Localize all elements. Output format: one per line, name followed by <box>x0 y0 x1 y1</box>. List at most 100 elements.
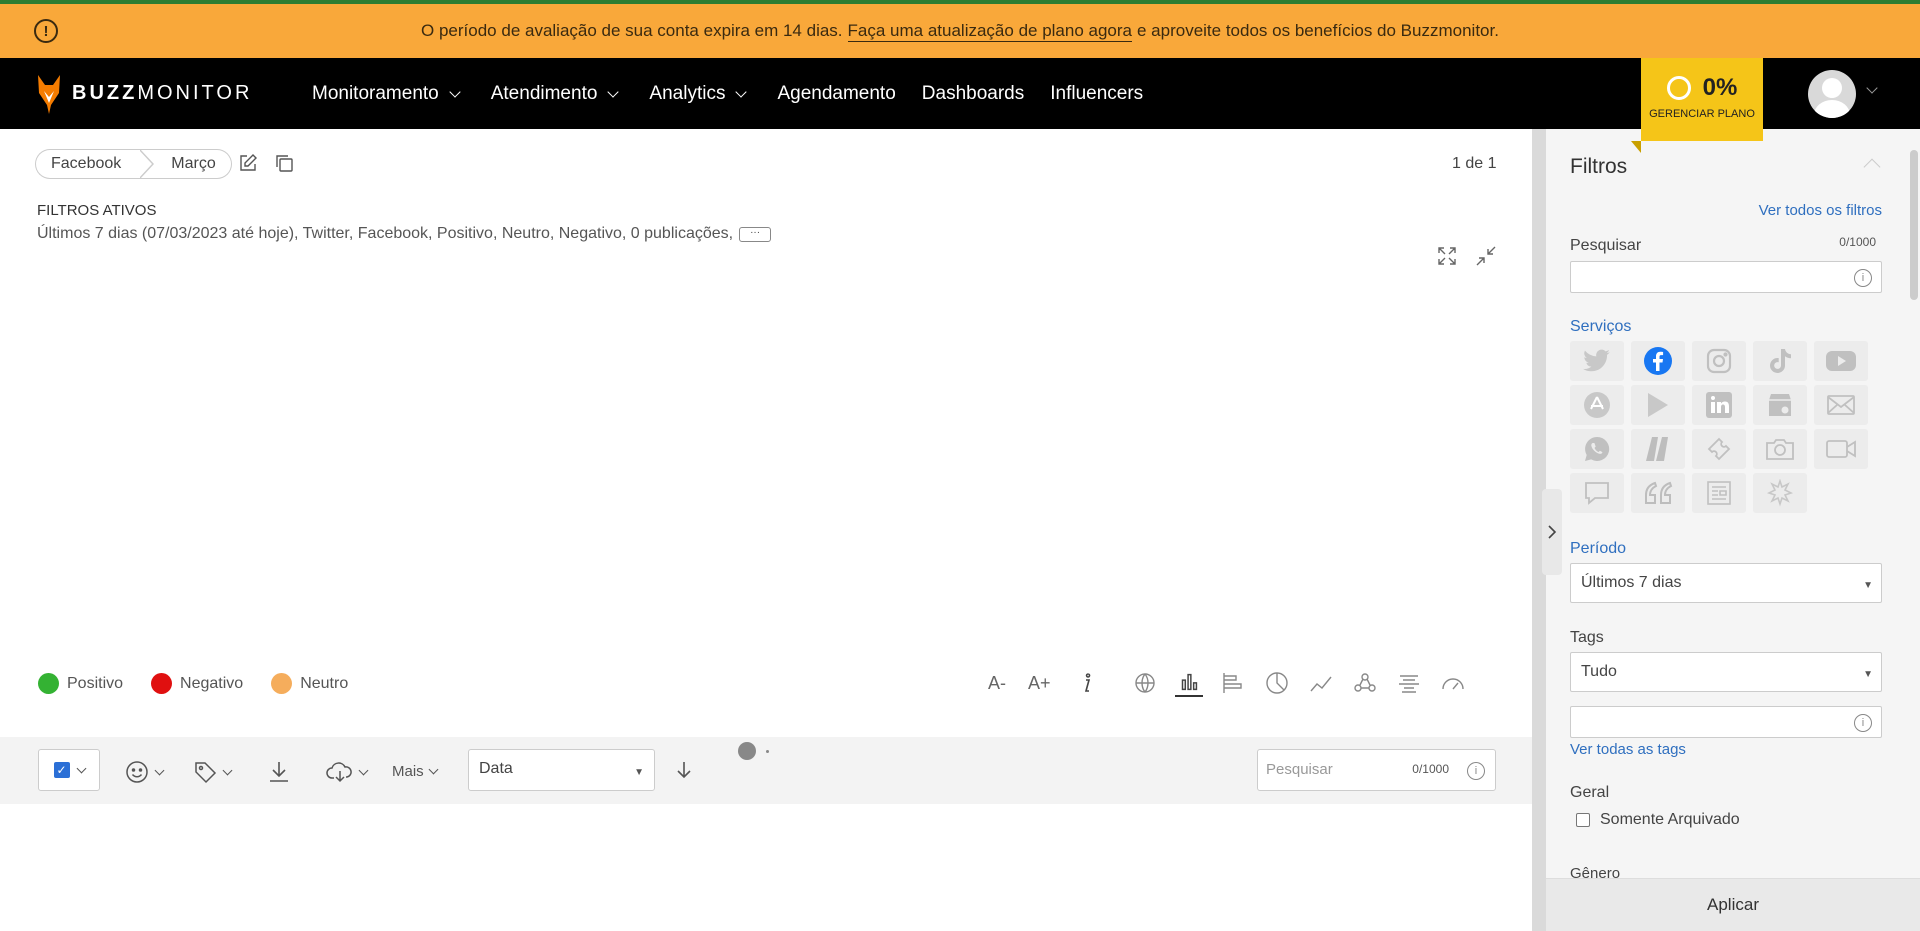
network-icon[interactable] <box>1351 669 1379 697</box>
toggle-panel-handle[interactable] <box>1542 489 1562 575</box>
nav-influencers[interactable]: Influencers <box>1050 83 1143 105</box>
decrease-font-button[interactable]: A- <box>988 673 1006 694</box>
panel-scrollbar-thumb[interactable] <box>1910 150 1918 300</box>
chevron-right-icon <box>1548 525 1557 539</box>
expand-icon[interactable] <box>1436 245 1458 267</box>
see-all-filters-link[interactable]: Ver todos os filtros <box>1759 202 1882 219</box>
chevron-down-icon <box>428 764 439 775</box>
breadcrumb-facebook[interactable]: Facebook <box>35 149 142 179</box>
info-icon[interactable] <box>1073 669 1101 697</box>
archived-only-label: Somente Arquivado <box>1600 811 1740 828</box>
archived-only-checkbox[interactable]: Somente Arquivado <box>1576 811 1740 829</box>
service-linkedin[interactable] <box>1692 385 1746 425</box>
service-twitter[interactable] <box>1570 341 1624 381</box>
panel-splitter[interactable] <box>1532 129 1562 931</box>
search-placeholder: Pesquisar <box>1266 761 1333 778</box>
twitter-icon <box>1583 349 1610 372</box>
chevron-up-icon[interactable] <box>1863 158 1881 176</box>
page-indicator: 1 de 1 <box>1452 155 1497 172</box>
mentions-search-input[interactable]: Pesquisar 0/1000 i <box>1257 749 1496 791</box>
nav-monitoramento[interactable]: Monitoramento <box>312 83 465 105</box>
nav-analytics[interactable]: Analytics <box>649 83 751 105</box>
chart-toolbar: A- A+ <box>988 669 1483 697</box>
service-email[interactable] <box>1814 385 1868 425</box>
download-button[interactable] <box>266 759 292 785</box>
gender-label: Gênero <box>1570 865 1621 879</box>
service-quote[interactable] <box>1631 473 1685 513</box>
service-sparkle[interactable] <box>1753 473 1807 513</box>
service-news[interactable] <box>1692 473 1746 513</box>
edit-icon[interactable] <box>238 153 258 173</box>
video-icon <box>1826 440 1856 458</box>
legend-label: Positivo <box>67 674 124 692</box>
nav-agendamento[interactable]: Agendamento <box>777 83 895 105</box>
copy-icon[interactable] <box>274 153 294 173</box>
see-all-tags-link[interactable]: Ver todas as tags <box>1570 741 1686 758</box>
service-camera[interactable] <box>1753 429 1807 469</box>
checkbox-box[interactable] <box>1576 813 1590 827</box>
bar-chart-icon[interactable] <box>1174 669 1203 697</box>
service-youtube[interactable] <box>1814 341 1868 381</box>
increase-font-button[interactable]: A+ <box>1028 673 1051 694</box>
cloud-download-icon <box>326 762 352 783</box>
google-business-icon <box>1769 394 1791 416</box>
service-ticket[interactable] <box>1692 429 1746 469</box>
filters-search-input[interactable]: i <box>1570 261 1882 293</box>
sentiment-button[interactable] <box>124 759 165 785</box>
service-reclame-aqui[interactable] <box>1631 429 1685 469</box>
tags-select[interactable]: Tudo ▼ <box>1570 652 1882 692</box>
info-icon[interactable]: i <box>1854 269 1872 287</box>
legend-negativo[interactable]: Negativo <box>151 673 243 694</box>
line-chart-icon[interactable] <box>1307 669 1335 697</box>
service-google-play[interactable] <box>1631 385 1685 425</box>
nav-menu: Monitoramento Atendimento Analytics Agen… <box>312 83 1143 105</box>
word-cloud-icon[interactable] <box>1395 669 1423 697</box>
more-actions-button[interactable]: Mais <box>392 763 439 780</box>
tags-label: Tags <box>1570 629 1604 646</box>
news-icon <box>1707 481 1731 505</box>
service-facebook[interactable] <box>1631 341 1685 381</box>
gauge-icon[interactable] <box>1439 669 1467 697</box>
service-instagram[interactable] <box>1692 341 1746 381</box>
cloud-button[interactable] <box>326 759 369 785</box>
horizontal-bar-icon[interactable] <box>1219 669 1247 697</box>
sort-select[interactable]: Data ▼ <box>468 749 655 791</box>
collapse-icon[interactable] <box>1475 245 1497 267</box>
active-filters-text: Últimos 7 dias (07/03/2023 até hoje), Tw… <box>37 225 734 242</box>
ticket-icon <box>1707 437 1731 461</box>
select-all-checkbox[interactable]: ✓ <box>38 749 100 791</box>
upgrade-plan-link[interactable]: Faça uma atualização de plano agora <box>847 21 1132 42</box>
apply-filters-button[interactable]: Aplicar <box>1546 878 1920 931</box>
user-avatar[interactable] <box>1808 70 1856 118</box>
nav-dashboards[interactable]: Dashboards <box>922 83 1024 105</box>
info-icon[interactable]: i <box>1854 714 1872 732</box>
service-google-business[interactable] <box>1753 385 1807 425</box>
triangle-down-icon: ▼ <box>1863 669 1873 680</box>
period-select[interactable]: Últimos 7 dias ▼ <box>1570 563 1882 603</box>
download-icon <box>270 762 288 782</box>
chevron-down-icon[interactable] <box>1866 82 1878 94</box>
legend-positivo[interactable]: Positivo <box>38 673 123 694</box>
service-app-store[interactable] <box>1570 385 1624 425</box>
banner-text-after: e aproveite todos os benefícios do Buzzm… <box>1137 21 1499 40</box>
service-tiktok[interactable] <box>1753 341 1807 381</box>
more-filters-button[interactable]: ··· <box>739 226 772 242</box>
chevron-down-icon <box>607 85 620 98</box>
tags-search-input[interactable]: i <box>1570 706 1882 738</box>
pie-chart-icon[interactable] <box>1263 669 1291 697</box>
manage-plan-button[interactable]: 0% GERENCIAR PLANO <box>1631 58 1763 153</box>
service-video[interactable] <box>1814 429 1868 469</box>
nav-atendimento[interactable]: Atendimento <box>491 83 624 105</box>
triangle-down-icon: ▼ <box>1863 580 1873 591</box>
services-grid <box>1570 341 1868 517</box>
legend-neutro[interactable]: Neutro <box>271 673 348 694</box>
info-icon[interactable]: i <box>1467 762 1485 780</box>
buzzmonitor-logo[interactable]: BUZZ MONITOR <box>36 73 266 115</box>
breadcrumb-marco[interactable]: Março <box>139 149 232 179</box>
tag-button[interactable] <box>192 759 233 785</box>
service-whatsapp[interactable] <box>1570 429 1624 469</box>
tiktok-icon <box>1770 349 1791 373</box>
sort-direction-icon[interactable] <box>675 759 693 781</box>
globe-chart-icon[interactable] <box>1131 669 1159 697</box>
service-chat[interactable] <box>1570 473 1624 513</box>
